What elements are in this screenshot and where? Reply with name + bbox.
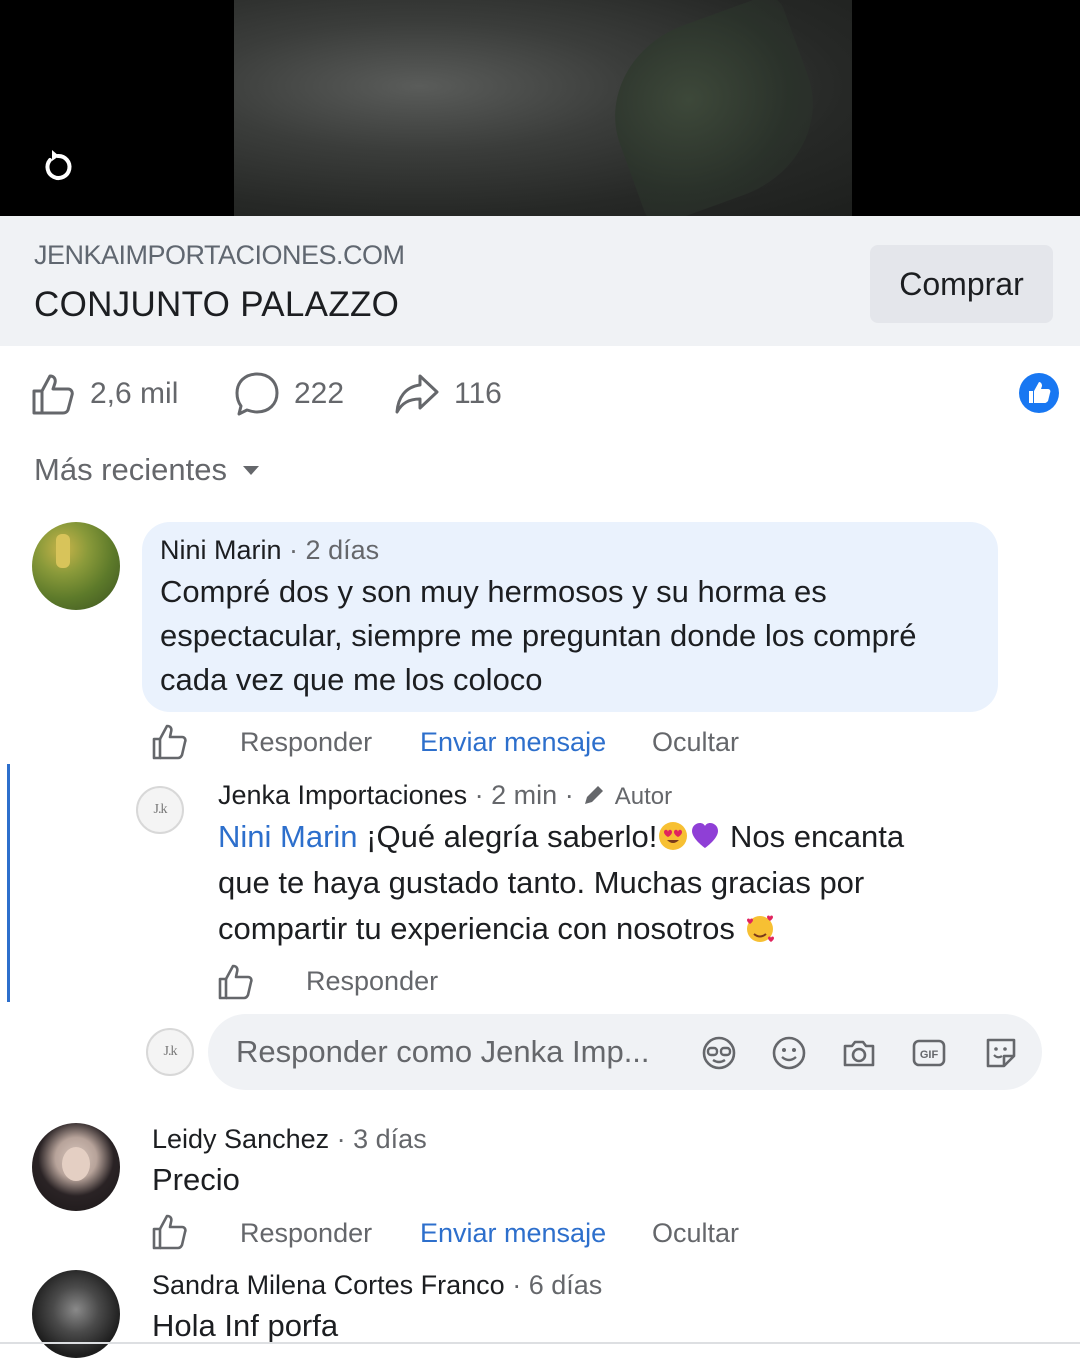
comment-author-line: Leidy Sanchez · 3 días — [152, 1124, 427, 1154]
link-domain: JENKAIMPORTACIONES.COM — [34, 240, 405, 270]
video-player[interactable] — [0, 0, 1080, 229]
like-icon[interactable] — [150, 1212, 190, 1252]
camera-icon[interactable] — [840, 1034, 878, 1072]
pencil-icon — [585, 786, 604, 804]
comment-icon — [235, 372, 279, 416]
page-avatar[interactable]: J.k — [136, 786, 184, 834]
gif-icon[interactable]: GIF — [910, 1034, 948, 1072]
avatar-sticker-icon[interactable] — [700, 1034, 738, 1072]
mention-link[interactable]: Nini Marin — [218, 819, 358, 854]
reply-author[interactable]: Jenka Importaciones — [218, 780, 467, 810]
replay-icon[interactable] — [38, 146, 78, 186]
avatar[interactable] — [32, 522, 120, 610]
reply-button[interactable]: Responder — [240, 727, 372, 758]
reply-time[interactable]: 2 min — [491, 780, 557, 810]
comment-time[interactable]: 3 días — [353, 1124, 427, 1154]
comment-author-line: Sandra Milena Cortes Franco · 6 días — [152, 1270, 603, 1300]
reply-button[interactable]: Responder — [306, 966, 438, 997]
page-avatar: J.k — [146, 1028, 194, 1076]
caret-down-icon — [242, 466, 259, 475]
video-frame — [234, 0, 852, 229]
share-count: 116 — [454, 377, 502, 410]
hide-button[interactable]: Ocultar — [652, 1218, 739, 1249]
share-icon — [395, 374, 439, 414]
svg-text:GIF: GIF — [920, 1049, 939, 1061]
reply-author-line: Jenka Importaciones · 2 min · Autor — [218, 780, 673, 810]
comment-author[interactable]: Sandra Milena Cortes Franco — [152, 1270, 505, 1300]
like-icon — [32, 374, 74, 415]
heart-eyes-emoji-icon — [659, 822, 688, 850]
divider — [0, 1342, 1080, 1344]
comment-author[interactable]: Leidy Sanchez — [152, 1124, 329, 1154]
comment-text: Compré dos y son muy hermosos y su horma… — [160, 574, 917, 697]
avatar[interactable] — [32, 1123, 120, 1211]
comment-stat[interactable]: 222 — [234, 368, 344, 420]
sticker-icon[interactable] — [982, 1034, 1020, 1072]
comment-time[interactable]: 2 días — [306, 535, 380, 565]
reply-text: Nini Marin ¡Qué alegría saberlo! Nos enc… — [218, 819, 905, 946]
like-icon[interactable] — [216, 962, 256, 1002]
hide-button[interactable]: Ocultar — [652, 727, 739, 758]
buy-button[interactable]: Comprar — [870, 245, 1053, 323]
like-reaction-icon[interactable] — [1018, 372, 1060, 414]
comment-author-line: Nini Marin · 2 días — [160, 535, 380, 565]
purple-heart-icon — [692, 823, 719, 848]
author-badge: Autor — [614, 783, 673, 810]
thread-line — [7, 764, 10, 1002]
like-icon[interactable] — [150, 722, 190, 762]
comment-author[interactable]: Nini Marin — [160, 535, 282, 565]
sort-label: Más recientes — [34, 452, 227, 487]
product-title: CONJUNTO PALAZZO — [34, 285, 400, 324]
comment-count: 222 — [294, 377, 345, 410]
comment-sort-dropdown[interactable]: Más recientes — [34, 452, 261, 488]
emoji-icon[interactable] — [770, 1034, 808, 1072]
reply-placeholder: Responder como Jenka Imp... — [236, 1034, 650, 1069]
share-stat[interactable]: 116 — [394, 368, 502, 420]
like-count: 2,6 mil — [90, 377, 179, 410]
send-message-button[interactable]: Enviar mensaje — [420, 727, 606, 758]
video-content — [589, 0, 839, 229]
like-stat[interactable]: 2,6 mil — [30, 368, 178, 420]
avatar[interactable] — [32, 1270, 120, 1358]
comment-time[interactable]: 6 días — [529, 1270, 603, 1300]
comment-text: Precio — [152, 1162, 240, 1197]
smiling-hearts-emoji-icon — [746, 915, 774, 942]
send-message-button[interactable]: Enviar mensaje — [420, 1218, 606, 1249]
reply-button[interactable]: Responder — [240, 1218, 372, 1249]
